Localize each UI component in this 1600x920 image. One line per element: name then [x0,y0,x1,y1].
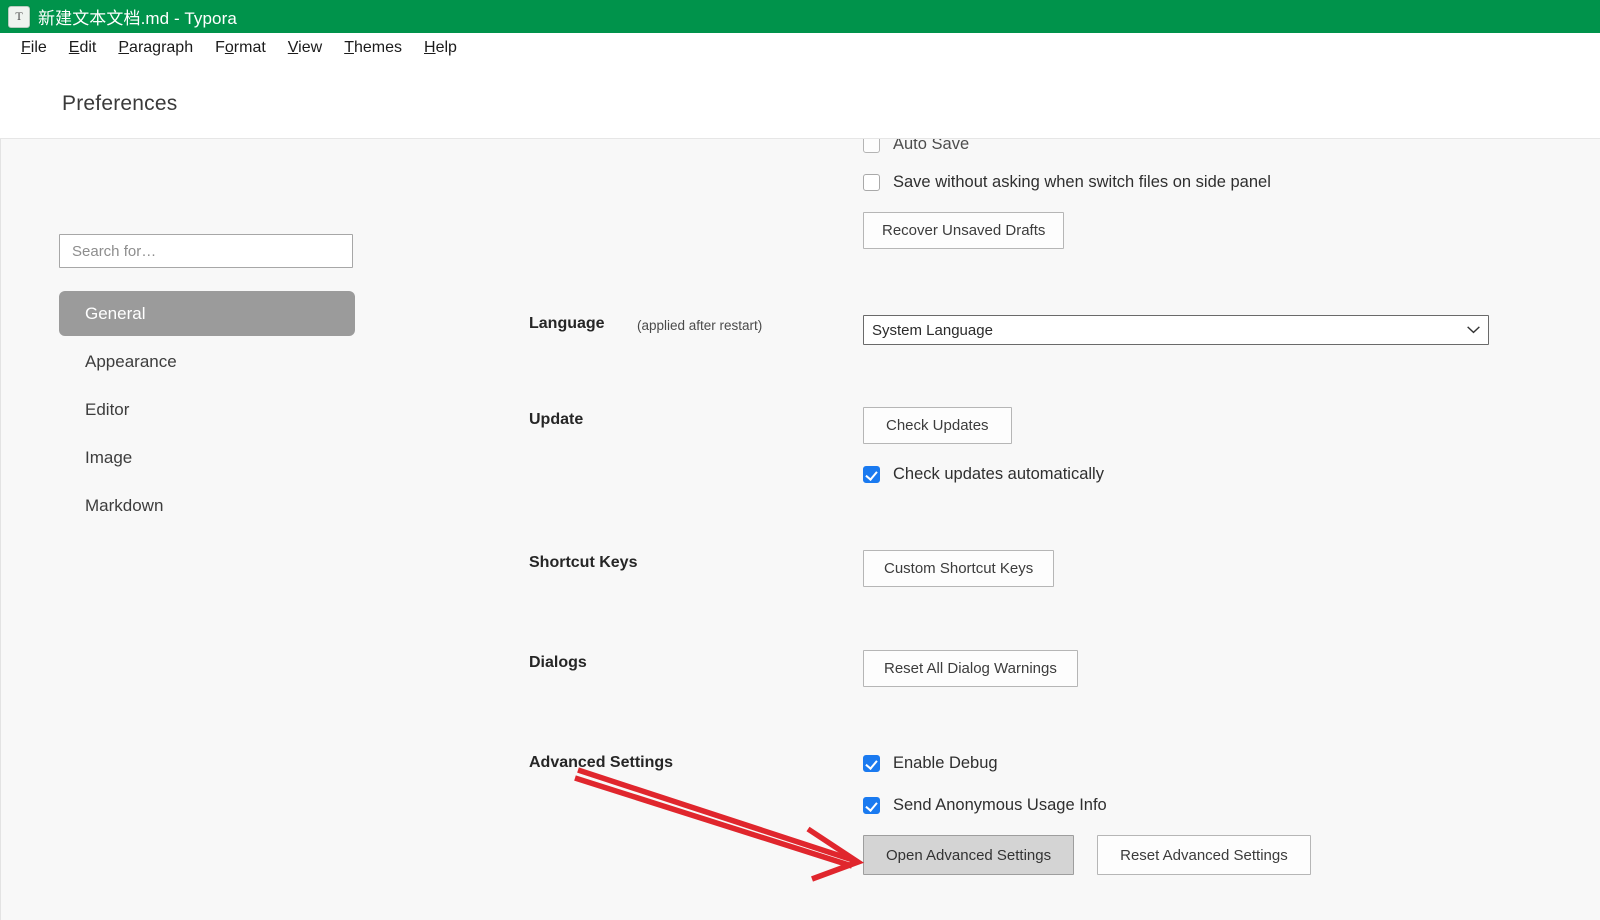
auto-save-row-clipped[interactable]: Auto Save [863,139,969,157]
dialogs-control: Reset All Dialog Warnings [863,650,1078,687]
menu-format[interactable]: Format [204,37,277,59]
dialogs-label: Dialogs [529,654,587,671]
preferences-body: General Appearance Editor Image Markdown [0,139,1600,920]
settings-pane: Auto Save Save without asking when switc… [1,139,1600,920]
enable-debug-checkbox[interactable] [863,754,880,772]
preferences-header: Preferences [0,62,1600,139]
update-control: Check Updates Check updates automaticall… [863,407,1104,487]
menu-themes[interactable]: Themes [333,37,413,59]
open-advanced-settings-button[interactable]: Open Advanced Settings [863,835,1075,875]
menu-paragraph[interactable]: Paragraph [107,37,204,59]
shortcut-keys-label: Shortcut Keys [529,554,638,571]
language-select[interactable]: System Language [863,315,1489,345]
send-anonymous-usage-info-label: Send Anonymous Usage Info [893,795,1107,814]
advanced-settings-control: Enable Debug Send Anonymous Usage Info O… [863,750,1311,875]
language-select-value: System Language [872,321,993,339]
enable-debug-checkbox-row[interactable]: Enable Debug [863,750,1311,776]
menu-view[interactable]: View [277,37,333,59]
menubar: File Edit Paragraph Format View Themes H… [0,33,1600,62]
send-usage-info-checkbox-row[interactable]: Send Anonymous Usage Info [863,792,1311,818]
custom-shortcut-keys-button[interactable]: Custom Shortcut Keys [863,550,1055,587]
menu-file[interactable]: File [10,37,58,59]
menu-edit[interactable]: Edit [58,37,108,59]
save-without-asking-label: Save without asking when switch files on… [893,172,1271,191]
page-title: Preferences [62,92,178,115]
send-anonymous-usage-info-checkbox[interactable] [863,796,880,814]
menu-help[interactable]: Help [413,37,468,59]
check-updates-button[interactable]: Check Updates [863,407,1012,444]
window-titlebar: T 新建文本文档.md - Typora [0,0,1600,33]
auto-update-checkbox-row[interactable]: Check updates automatically [863,461,1104,487]
language-label: Language [529,315,605,332]
check-updates-automatically-checkbox[interactable] [863,465,880,483]
language-control: System Language [863,315,1489,345]
enable-debug-label: Enable Debug [893,753,998,772]
check-updates-automatically-label: Check updates automatically [893,464,1104,483]
recover-unsaved-drafts-button[interactable]: Recover Unsaved Drafts [863,212,1065,249]
auto-save-checkbox[interactable] [863,139,880,153]
recover-drafts-control: Recover Unsaved Drafts [863,212,1065,249]
save-without-asking-checkbox[interactable] [863,173,880,191]
language-select-wrap[interactable]: System Language [863,315,1489,345]
shortcut-keys-control: Custom Shortcut Keys [863,550,1055,587]
reset-all-dialog-warnings-button[interactable]: Reset All Dialog Warnings [863,650,1078,687]
window-title: 新建文本文档.md - Typora [38,9,237,28]
typora-preferences-window: T 新建文本文档.md - Typora File Edit Paragraph… [0,0,1600,920]
save-switch-checkbox-row[interactable]: Save without asking when switch files on… [863,169,1271,195]
reset-advanced-settings-button[interactable]: Reset Advanced Settings [1097,835,1311,875]
document-t-icon: T [8,5,30,28]
language-note: (applied after restart) [637,318,763,333]
save-switch-control: Save without asking when switch files on… [863,169,1271,195]
advanced-settings-label: Advanced Settings [529,754,674,771]
update-label: Update [529,411,584,428]
advanced-buttons-group: Open Advanced Settings Reset Advanced Se… [863,835,1311,875]
auto-save-label: Auto Save [893,139,970,153]
